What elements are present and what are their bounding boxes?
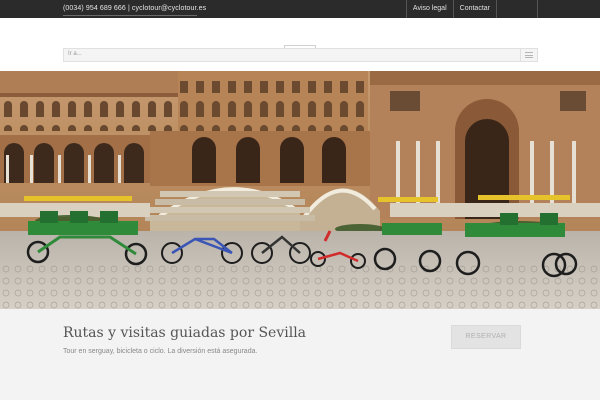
site-header: ? <box>0 18 600 71</box>
reserve-button[interactable]: RESERVAR <box>451 325 521 349</box>
contact-underline <box>63 15 197 16</box>
top-bar-empty-slot <box>496 0 538 18</box>
contact-info[interactable]: (0034) 954 689 666 | cyclotour@cyclotour… <box>63 5 206 12</box>
legal-notice-link[interactable]: Aviso legal <box>405 0 453 18</box>
cta-subtitle: Tour en serguay, bicicleta o ciclo. La d… <box>63 348 258 355</box>
contact-link[interactable]: Contactar <box>452 0 496 18</box>
nav-select-text: Ir a... <box>68 51 82 57</box>
cta-section: Rutas y visitas guiadas por Sevilla Tour… <box>0 309 600 400</box>
hero-image <box>0 71 600 309</box>
cta-title: Rutas y visitas guiadas por Sevilla <box>63 325 307 341</box>
top-links: Aviso legal Contactar <box>405 0 538 18</box>
mobile-nav-select[interactable]: Ir a... <box>63 48 538 62</box>
hamburger-menu-icon[interactable] <box>520 49 537 61</box>
top-bar: (0034) 954 689 666 | cyclotour@cyclotour… <box>0 0 600 18</box>
